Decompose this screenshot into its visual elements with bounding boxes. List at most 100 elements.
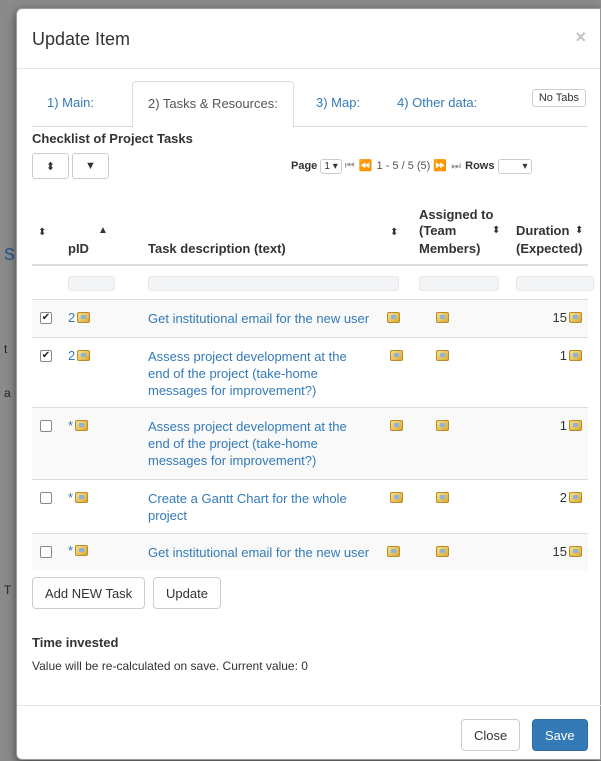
table-row: ✔ 2 Get institutional email for the new …	[32, 300, 588, 338]
pid-filter-input[interactable]	[68, 276, 115, 291]
filter-button[interactable]: ▼	[72, 153, 109, 179]
edit-icon[interactable]	[569, 420, 582, 431]
table-row: ✔ 2 Assess project development at the en…	[32, 338, 588, 408]
row-duration[interactable]: 1	[560, 418, 582, 433]
edit-icon[interactable]	[569, 546, 582, 557]
edit-icon[interactable]	[436, 546, 449, 557]
tab-map[interactable]: 3) Map:	[301, 81, 375, 127]
row-description[interactable]: Get institutional email for the new user	[148, 544, 408, 561]
edit-icon[interactable]	[569, 492, 582, 503]
page-select[interactable]: 1 ▾	[320, 159, 342, 174]
row-duration[interactable]: 1	[560, 348, 582, 363]
update-button[interactable]: Update	[153, 577, 221, 609]
header-duration-line1[interactable]: Duration	[516, 223, 569, 239]
filter-icon: ▼	[85, 160, 96, 172]
sort-icon[interactable]: ⬍	[575, 225, 583, 236]
row-pid[interactable]: *	[68, 490, 89, 505]
header-task-description[interactable]: Task description (text)	[148, 241, 286, 257]
close-button[interactable]: Close	[461, 719, 521, 751]
row-duration[interactable]: 15	[553, 544, 582, 559]
row-description[interactable]: Get institutional email for the new user	[148, 310, 408, 327]
sort-icon[interactable]: ⬍	[492, 225, 500, 236]
tab-bar: 1) Main: 2) Tasks & Resources: 3) Map: 4…	[32, 81, 588, 128]
edit-icon[interactable]	[387, 546, 400, 557]
edit-icon[interactable]	[436, 312, 449, 323]
edit-icon[interactable]	[436, 350, 449, 361]
row-description[interactable]: Assess project development at the end of…	[148, 418, 368, 469]
header-duration-line2[interactable]: (Expected)	[516, 241, 582, 257]
row-checkbox[interactable]	[40, 546, 52, 558]
sort-icon[interactable]: ⬍	[38, 227, 46, 238]
edit-icon[interactable]	[436, 492, 449, 503]
filter-row	[32, 266, 594, 300]
no-tabs-button[interactable]: No Tabs	[531, 89, 586, 107]
header-assigned-line1[interactable]: Assigned to	[419, 207, 493, 223]
edit-icon[interactable]	[387, 312, 400, 323]
row-checkbox[interactable]: ✔	[40, 350, 52, 362]
edit-icon[interactable]	[75, 545, 89, 556]
sort-button[interactable]: ⬍	[32, 153, 69, 179]
tab-other-data[interactable]: 4) Other data:	[382, 81, 492, 127]
sort-up-icon[interactable]: ▲	[98, 225, 108, 236]
row-pid[interactable]: 2	[68, 348, 91, 363]
modal-title: Update Item	[32, 29, 131, 49]
modal-header: Update Item ×	[17, 9, 600, 69]
table-row: * Get institutional email for the new us…	[32, 534, 588, 570]
next-page-icon[interactable]: ⏩	[433, 160, 448, 172]
header-pid[interactable]: pID	[68, 241, 89, 257]
pager: Page 1 ▾ ⏮ ⏪ 1 - 5 / 5 (5) ⏩ ⏭ Rows ▾	[291, 159, 532, 174]
edit-icon[interactable]	[75, 420, 89, 431]
table-row: * Assess project development at the end …	[32, 408, 588, 480]
time-invested-title: Time invested	[32, 635, 119, 650]
range-text: 1 - 5 / 5 (5)	[376, 160, 431, 172]
row-checkbox[interactable]	[40, 420, 52, 432]
background-fragment: T	[4, 583, 12, 597]
row-duration[interactable]: 15	[553, 310, 582, 325]
edit-icon[interactable]	[75, 492, 89, 503]
sort-icon: ⬍	[45, 160, 56, 173]
background-fragment: t	[4, 342, 8, 356]
duration-filter-input[interactable]	[516, 276, 594, 291]
last-page-icon[interactable]: ⏭	[451, 160, 462, 172]
row-pid[interactable]: 2	[68, 310, 91, 325]
edit-icon[interactable]	[390, 492, 403, 503]
rows-label: Rows	[465, 160, 495, 172]
row-checkbox[interactable]	[40, 492, 52, 504]
header-assigned-line3[interactable]: Members)	[419, 241, 480, 257]
assigned-filter-input[interactable]	[419, 276, 499, 291]
table-header: ⬍ ▲ pID Task description (text) ⬍ Assign…	[32, 194, 588, 266]
edit-icon[interactable]	[77, 312, 91, 323]
header-assigned-line2[interactable]: (Team	[419, 223, 456, 239]
save-button[interactable]: Save	[532, 719, 588, 751]
row-pid[interactable]: *	[68, 543, 89, 558]
first-page-icon[interactable]: ⏮	[345, 160, 356, 172]
add-new-task-button[interactable]: Add NEW Task	[32, 577, 146, 609]
modal-footer: Close Save	[17, 705, 601, 761]
row-description[interactable]: Create a Gantt Chart for the whole proje…	[148, 490, 368, 524]
tab-tasks-resources[interactable]: 2) Tasks & Resources:	[132, 81, 294, 128]
rows-select[interactable]: ▾	[497, 159, 532, 174]
page-label: Page	[291, 160, 318, 172]
time-invested-text: Value will be re-calculated on save. Cur…	[32, 659, 308, 673]
edit-icon[interactable]	[436, 420, 449, 431]
edit-icon[interactable]	[77, 350, 91, 361]
row-checkbox[interactable]: ✔	[40, 312, 52, 324]
edit-icon[interactable]	[569, 312, 582, 323]
background-fragment: s	[4, 240, 15, 265]
sort-icon[interactable]: ⬍	[390, 227, 398, 238]
description-filter-input[interactable]	[148, 276, 399, 291]
update-item-modal: Update Item × 1) Main: 2) Tasks & Resour…	[16, 8, 601, 760]
tasks-table: ⬍ ▲ pID Task description (text) ⬍ Assign…	[32, 194, 594, 570]
close-icon[interactable]: ×	[575, 27, 586, 48]
table-row: * Create a Gantt Chart for the whole pro…	[32, 480, 588, 534]
row-pid[interactable]: *	[68, 418, 89, 433]
background-fragment: a	[4, 386, 11, 400]
edit-icon[interactable]	[390, 350, 403, 361]
edit-icon[interactable]	[390, 420, 403, 431]
row-duration[interactable]: 2	[560, 490, 582, 505]
edit-icon[interactable]	[569, 350, 582, 361]
tab-main[interactable]: 1) Main:	[32, 81, 109, 127]
prev-page-icon[interactable]: ⏪	[359, 160, 374, 172]
checklist-title: Checklist of Project Tasks	[32, 131, 193, 146]
row-description[interactable]: Assess project development at the end of…	[148, 348, 368, 399]
